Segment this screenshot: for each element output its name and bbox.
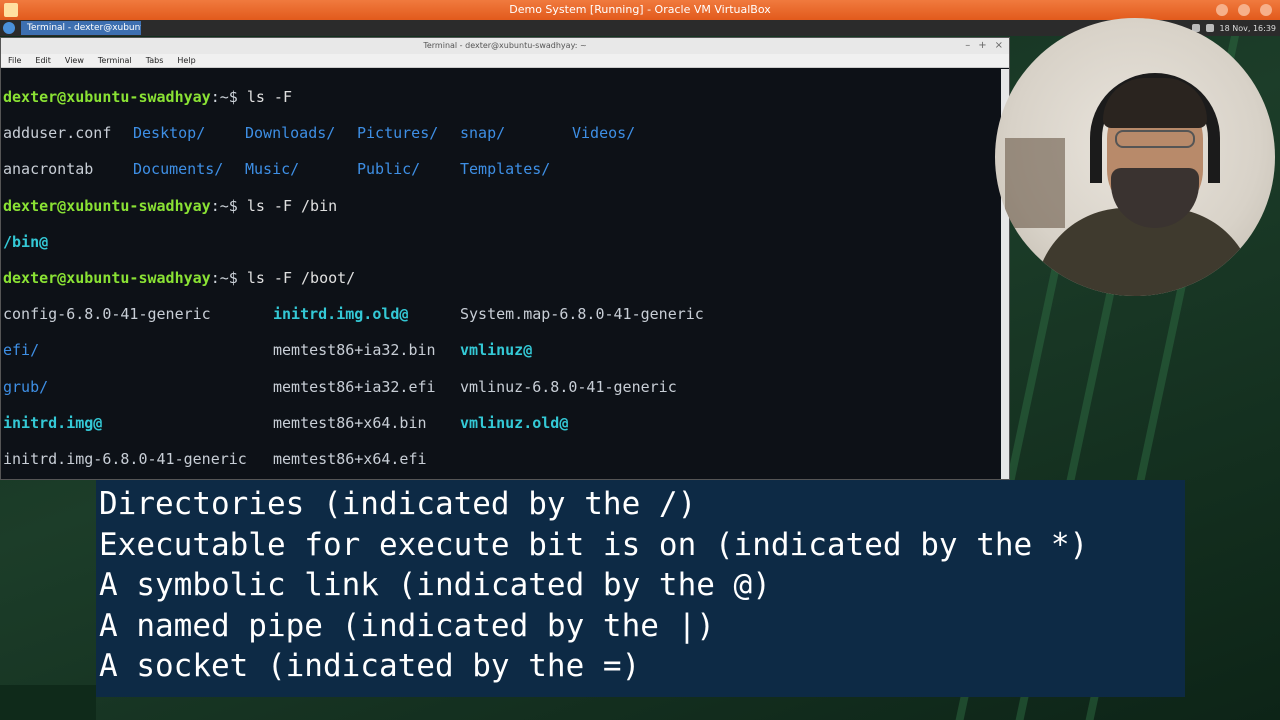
prompt-line: dexter@xubuntu-swadhyay:~$ ls -F /bin xyxy=(3,196,338,215)
xubuntu-menu-icon[interactable] xyxy=(3,22,15,34)
virtualbox-titlebar: Demo System [Running] - Oracle VM Virtua… xyxy=(0,0,1280,20)
minimize-button[interactable] xyxy=(1216,4,1228,16)
maximize-button[interactable] xyxy=(1238,4,1250,16)
terminal-maximize-icon[interactable]: + xyxy=(978,38,986,54)
caption-line: Directories (indicated by the /) xyxy=(99,486,697,522)
terminal-window: Terminal - dexter@xubuntu-swadhyay: ~ – … xyxy=(0,37,1010,480)
webcam-overlay xyxy=(995,18,1275,296)
menu-edit[interactable]: Edit xyxy=(35,54,51,67)
volume-icon[interactable] xyxy=(1205,24,1214,32)
clock[interactable]: 18 Nov, 16:39 xyxy=(1220,24,1276,33)
prompt-line: dexter@xubuntu-swadhyay:~$ ls -F /boot/ xyxy=(3,269,356,288)
prompt-line: dexter@xubuntu-swadhyay:~$ ls -F xyxy=(3,88,292,107)
output-line: config-6.8.0-41-generic initrd.img.old@ Sy… xyxy=(3,305,704,324)
taskbar-terminal-button[interactable]: Terminal - dexter@xubuntu-... xyxy=(21,21,141,35)
output-line: efi/memtest86+ia32.bin vmlinuz@ xyxy=(3,341,533,360)
terminal-title: Terminal - dexter@xubuntu-swadhyay: ~ xyxy=(423,41,587,50)
terminal-output[interactable]: dexter@xubuntu-swadhyay:~$ ls -F adduser… xyxy=(1,69,1001,479)
output-line: anacrontab Documents/Music/Public/Templat… xyxy=(3,160,551,179)
caption-line: Executable for execute bit is on (indica… xyxy=(99,526,1089,563)
virtualbox-icon xyxy=(4,3,18,17)
system-tray: 18 Nov, 16:39 xyxy=(1191,24,1276,33)
caption-line: A symbolic link (indicated by the @) xyxy=(99,567,771,604)
menu-tabs[interactable]: Tabs xyxy=(146,54,164,67)
terminal-menubar: File Edit View Terminal Tabs Help xyxy=(1,54,1009,68)
terminal-minimize-icon[interactable]: – xyxy=(965,38,970,54)
terminal-titlebar: Terminal - dexter@xubuntu-swadhyay: ~ – … xyxy=(1,38,1009,54)
menu-view[interactable]: View xyxy=(65,54,84,67)
output-line: adduser.conf Desktop/Downloads/Pictures/s… xyxy=(3,124,636,143)
terminal-close-icon[interactable]: × xyxy=(995,38,1003,54)
output-line: initrd.img@ memtest86+x64.bin vmlinuz.old@ xyxy=(3,413,569,432)
host-screen-edge xyxy=(0,685,96,720)
virtualbox-title: Demo System [Running] - Oracle VM Virtua… xyxy=(509,3,771,16)
output-line: initrd.img-6.8.0-41-generic memtest86+x64… xyxy=(3,449,427,468)
output-line: grub/memtest86+ia32.efi vmlinuz-6.8.0-41-… xyxy=(3,377,677,396)
menu-file[interactable]: File xyxy=(8,54,21,67)
menu-help[interactable]: Help xyxy=(177,54,195,67)
close-button[interactable] xyxy=(1260,4,1272,16)
caption-line: A socket (indicated by the =) xyxy=(99,648,641,685)
caption-box: Directories (indicated by the /) Executab… xyxy=(96,480,1185,697)
menu-terminal[interactable]: Terminal xyxy=(98,54,132,67)
caption-line: A named pipe (indicated by the |) xyxy=(99,607,715,644)
output-line: /bin@ xyxy=(3,232,49,251)
